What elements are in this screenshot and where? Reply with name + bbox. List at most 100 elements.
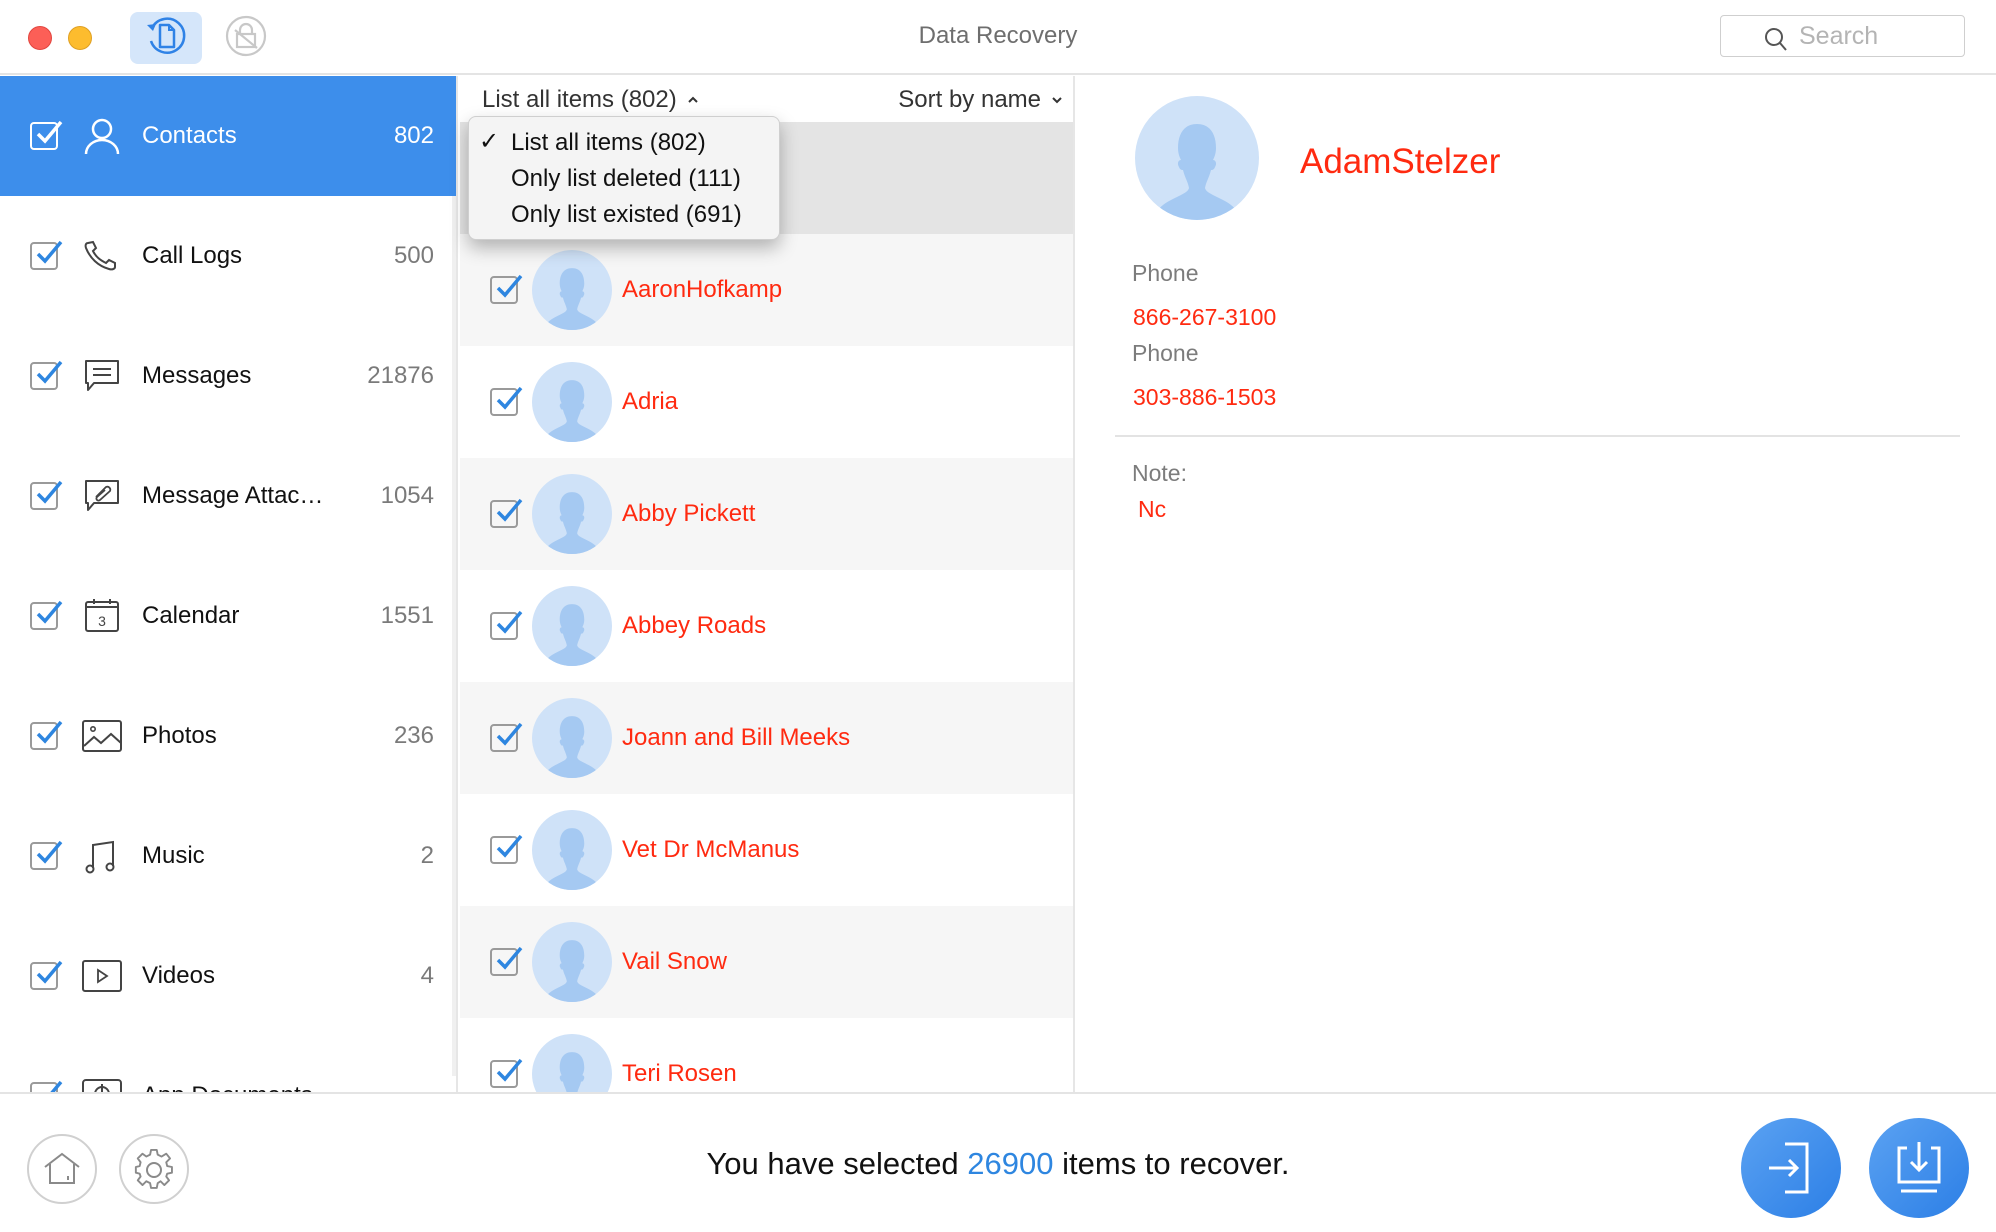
contact-row[interactable]: Vet Dr McManus	[460, 794, 1073, 906]
contact-name: Abbey Roads	[622, 612, 767, 639]
filter-option-existed[interactable]: Only list existed (691)	[469, 197, 779, 233]
sidebar-item-messages[interactable]: Messages 21876	[0, 316, 456, 436]
checkbox[interactable]	[30, 720, 63, 750]
checkmark-icon	[496, 274, 523, 298]
checkbox[interactable]	[30, 960, 63, 990]
avatar	[532, 250, 612, 330]
phone-label: Phone	[1132, 340, 1199, 366]
category-sidebar: Contacts 802 Call Logs 500 Messages 2187…	[0, 76, 458, 1092]
contact-row[interactable]: Abbey Roads	[460, 570, 1073, 682]
contact-avatar	[1135, 96, 1259, 220]
filter-option-deleted[interactable]: Only list deleted (111)	[469, 161, 779, 197]
avatar	[532, 810, 612, 890]
close-window-button[interactable]	[28, 26, 52, 50]
music-icon	[80, 836, 124, 876]
checkmark-icon	[496, 834, 523, 858]
sidebar-item-count: 802	[393, 122, 434, 149]
filter-option-all[interactable]: ✓ List all items (802)	[469, 125, 779, 161]
checkmark-icon	[496, 610, 523, 634]
checkbox[interactable]	[490, 834, 523, 864]
checkmark-icon	[496, 386, 523, 410]
sidebar-item-photos[interactable]: Photos 236	[0, 676, 456, 796]
contact-name: AdamStelzer	[1300, 142, 1501, 181]
checkbox[interactable]	[490, 722, 523, 752]
person-silhouette-icon	[544, 716, 600, 778]
sidebar-item-music[interactable]: Music 2	[0, 796, 456, 916]
bottom-bar: You have selected 26900 items to recover…	[0, 1092, 1996, 1232]
checkbox[interactable]	[490, 946, 523, 976]
sidebar-item-count: 1551	[380, 602, 434, 629]
sidebar-item-app-documents[interactable]: App Documents	[0, 1036, 456, 1092]
checkbox[interactable]	[30, 600, 63, 630]
title-bar: Data Recovery	[0, 0, 1996, 75]
data-recovery-mode-button[interactable]	[130, 12, 202, 64]
search-input[interactable]	[1799, 21, 1949, 51]
checkmark-icon	[496, 722, 523, 746]
checkbox[interactable]	[30, 480, 63, 510]
contact-name: Joann and Bill Meeks	[622, 724, 851, 751]
person-silhouette-icon	[559, 1052, 585, 1092]
status-suffix: items to recover.	[1053, 1146, 1290, 1181]
sort-label: Sort by name	[898, 86, 1041, 113]
filter-dropdown-button[interactable]: List all items (802)	[482, 86, 699, 114]
avatar	[532, 1034, 612, 1092]
export-to-device-button[interactable]	[1741, 1118, 1841, 1218]
sidebar-item-call-logs[interactable]: Call Logs 500	[0, 196, 456, 316]
person-silhouette-icon	[544, 604, 600, 666]
svg-text:3: 3	[98, 613, 106, 629]
filter-option-label: Only list existed (691)	[511, 201, 742, 228]
download-to-computer-button[interactable]	[1869, 1118, 1969, 1218]
checkbox[interactable]	[30, 1080, 63, 1092]
phone-value: 866-267-3100	[1133, 304, 1277, 330]
selected-count: 26900	[967, 1146, 1054, 1181]
contact-row[interactable]: Vail Snow	[460, 906, 1073, 1018]
checkmark-icon	[36, 360, 63, 384]
sidebar-item-label: App Documents	[142, 1082, 456, 1092]
contact-row[interactable]: Abby Pickett	[460, 458, 1073, 570]
contact-name: AaronHofkamp	[622, 276, 783, 303]
avatar	[532, 474, 612, 554]
person-silhouette-icon	[544, 492, 600, 554]
phone-value: 303-886-1503	[1133, 384, 1277, 410]
person-silhouette-icon	[544, 268, 600, 330]
search-icon	[1765, 28, 1787, 51]
checkbox[interactable]	[30, 120, 63, 150]
sidebar-item-videos[interactable]: Videos 4	[0, 916, 456, 1036]
window-title: Data Recovery	[918, 22, 1078, 49]
sidebar-item-calendar[interactable]: 3 Calendar 1551	[0, 556, 456, 676]
sort-dropdown-button[interactable]: Sort by name	[898, 86, 1063, 114]
download-to-computer-icon	[1897, 1142, 1941, 1193]
person-silhouette-icon	[544, 940, 600, 1002]
search-box[interactable]	[1720, 15, 1965, 57]
sidebar-item-count: 236	[393, 722, 434, 749]
contact-name: Teri Rosen	[622, 1060, 737, 1087]
sidebar-item-count: 2	[420, 842, 434, 869]
photo-icon	[80, 716, 124, 756]
sidebar-item-label: Music	[142, 842, 205, 869]
checkbox[interactable]	[490, 386, 523, 416]
contact-row[interactable]: Adria	[460, 346, 1073, 458]
checkmark-icon	[36, 240, 63, 264]
contact-row[interactable]: Joann and Bill Meeks	[460, 682, 1073, 794]
checkbox[interactable]	[490, 610, 523, 640]
checkbox[interactable]	[30, 240, 63, 270]
checkbox[interactable]	[30, 840, 63, 870]
minimize-window-button[interactable]	[68, 26, 92, 50]
contact-row[interactable]: Teri Rosen	[460, 1018, 1073, 1092]
sidebar-item-label: Videos	[142, 962, 215, 989]
checkmark-icon	[496, 1058, 523, 1082]
person-silhouette-icon	[544, 380, 600, 442]
lock-icon	[224, 14, 268, 63]
unlock-mode-button[interactable]	[210, 12, 282, 64]
sidebar-scrollbar[interactable]	[452, 196, 456, 1076]
contact-row[interactable]: AaronHofkamp	[460, 234, 1073, 346]
phone-label: Phone	[1132, 260, 1199, 286]
checkbox[interactable]	[490, 274, 523, 304]
checkbox[interactable]	[490, 1058, 523, 1088]
contact-name: Vet Dr McManus	[622, 836, 800, 863]
sidebar-item-message-attachments[interactable]: Message Attac… 1054	[0, 436, 456, 556]
checkbox[interactable]	[490, 498, 523, 528]
sidebar-item-contacts[interactable]: Contacts 802	[0, 76, 456, 196]
checkbox[interactable]	[30, 360, 63, 390]
checkmark-icon	[36, 840, 63, 864]
